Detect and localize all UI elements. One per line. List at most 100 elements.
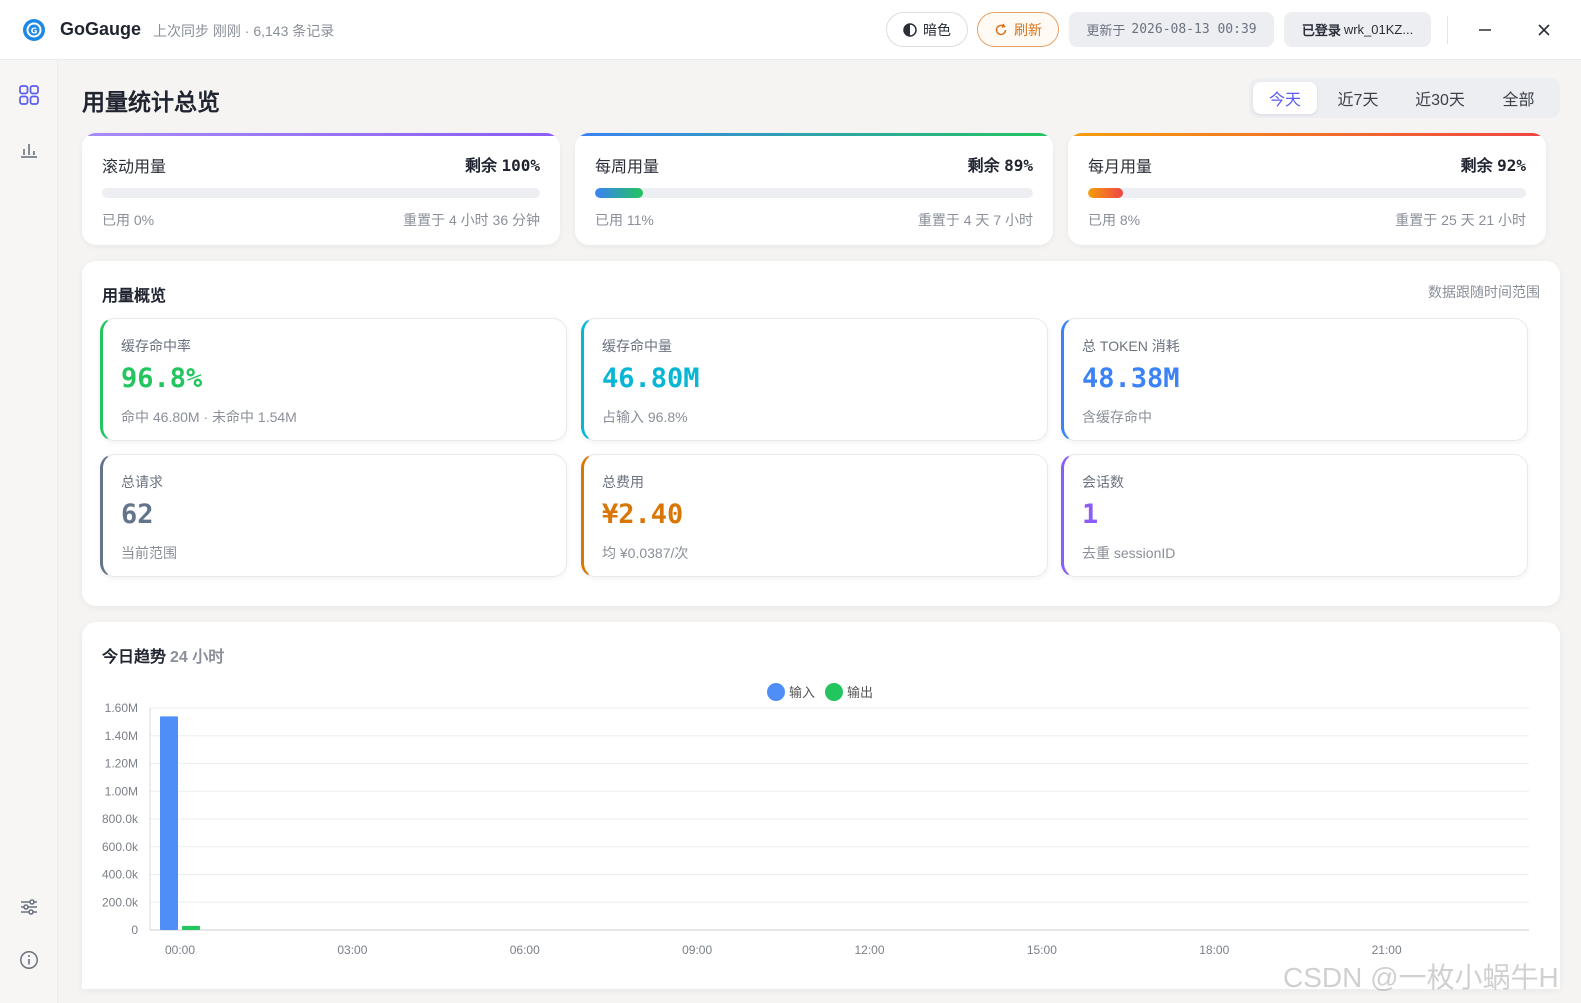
y-tick-label: 400.0k [102, 868, 139, 882]
tab-7-days[interactable]: 近7天 [1317, 82, 1399, 114]
y-tick-label: 0 [131, 923, 138, 937]
used-text: 已用 0% [102, 212, 155, 228]
x-tick-label: 03:00 [337, 943, 367, 957]
quota-card-rolling: 滚动用量 剩余 100% 已用 0% 重置于 4 小时 36 分钟 [82, 133, 560, 245]
remain-label: 剩余 [967, 158, 1000, 175]
tab-all[interactable]: 全部 [1481, 82, 1556, 114]
x-tick-label: 06:00 [510, 943, 540, 957]
stat-sub: 含缓存命中 [1082, 409, 1152, 425]
y-tick-label: 1.00M [105, 784, 138, 798]
sidebar-item-about[interactable] [17, 948, 41, 972]
close-button[interactable] [1530, 16, 1558, 44]
remain-value: 100% [501, 156, 540, 175]
progress-track [102, 188, 540, 198]
used-text: 已用 8% [1088, 212, 1141, 228]
refresh-label: 刷新 [1014, 21, 1042, 38]
login-label: 已登录 [1301, 23, 1341, 38]
y-tick-label: 1.20M [105, 757, 138, 771]
sidebar [0, 60, 58, 1003]
stat-label: 总请求 [121, 474, 163, 490]
stat-sub: 命中 46.80M · 未命中 1.54M [121, 409, 297, 425]
progress-track [1088, 188, 1526, 198]
refresh-button[interactable]: 刷新 [977, 12, 1059, 47]
title-bar: G GoGauge 上次同步 刚刚 · 6,143 条记录 暗色 刷新 更新于 … [0, 0, 1581, 60]
app-name: GoGauge [60, 19, 142, 39]
svg-text:G: G [31, 27, 38, 36]
theme-toggle-button[interactable]: 暗色 [886, 12, 968, 47]
info-icon [20, 951, 38, 969]
remain-value: 92% [1497, 156, 1526, 175]
stat-cache-hit-rate: 缓存命中率 96.8% 命中 46.80M · 未命中 1.54M [100, 318, 567, 441]
sidebar-item-settings[interactable] [17, 895, 41, 919]
stat-session-count: 会话数 1 去重 sessionID [1061, 454, 1528, 577]
grid-icon [19, 85, 39, 105]
remain-label: 剩余 [465, 158, 498, 175]
updated-label: 更新于 [1086, 23, 1126, 38]
x-tick-label: 18:00 [1199, 943, 1229, 957]
stat-label: 总费用 [602, 474, 644, 490]
y-tick-label: 200.0k [102, 895, 139, 909]
progress-fill [1088, 188, 1124, 198]
x-tick-label: 12:00 [854, 943, 884, 957]
reset-text: 重置于 25 天 21 小时 [1395, 212, 1526, 228]
updated-time: 2026-08-13 00:39 [1131, 22, 1257, 37]
overview-title: 用量概览 [102, 288, 167, 305]
quota-title: 滚动用量 [102, 159, 167, 176]
stat-sub: 去重 sessionID [1082, 545, 1176, 561]
quota-card-monthly: 每月用量 剩余 92% 已用 8% 重置于 25 天 21 小时 [1068, 133, 1546, 245]
sync-status: 上次同步 刚刚 · 6,143 条记录 [153, 23, 335, 39]
stat-label: 缓存命中率 [121, 338, 191, 354]
remain-label: 剩余 [1460, 158, 1493, 175]
accent-line [1068, 133, 1546, 136]
sliders-icon [21, 899, 37, 915]
tab-today[interactable]: 今天 [1253, 82, 1317, 114]
updated-time-chip: 更新于 2026-08-13 00:39 [1069, 12, 1274, 47]
user-chip[interactable]: 已登录 wrk_01KZ... [1284, 12, 1431, 47]
stat-value: 62 [121, 499, 154, 530]
toolbar-divider [1447, 16, 1448, 44]
reset-text: 重置于 4 小时 36 分钟 [403, 212, 540, 228]
x-tick-label: 21:00 [1372, 943, 1402, 957]
stat-cache-hit-amount: 缓存命中量 46.80M 占输入 96.8% [581, 318, 1048, 441]
range-tabs: 今天 近7天 近30天 全部 [1249, 78, 1560, 118]
progress-track [595, 188, 1033, 198]
stat-total-cost: 总费用 ¥2.40 均 ¥0.0387/次 [581, 454, 1048, 577]
user-id: wrk_01KZ... [1343, 22, 1414, 37]
app-logo-icon: G [23, 19, 45, 41]
stat-label: 缓存命中量 [602, 338, 672, 354]
x-tick-label: 09:00 [682, 943, 712, 957]
quota-title: 每月用量 [1088, 159, 1153, 176]
stat-label: 总 TOKEN 消耗 [1082, 338, 1180, 354]
quota-title: 每周用量 [595, 159, 660, 176]
minimize-button[interactable] [1471, 16, 1499, 44]
trend-panel: 今日趋势 24 小时 输入 输出 0 200.0k 400.0k 600.0k 800.0… [82, 622, 1560, 989]
stat-sub: 当前范围 [121, 545, 177, 561]
stat-value: 46.80M [602, 363, 700, 394]
progress-fill [595, 188, 644, 198]
reset-text: 重置于 4 天 7 小时 [917, 212, 1033, 228]
stat-sub: 占输入 96.8% [602, 409, 688, 425]
minimize-icon [1479, 29, 1491, 31]
y-tick-label: 1.60M [105, 701, 138, 715]
watermark: CSDN @一枚小蜗牛H [1283, 962, 1559, 993]
stat-label: 会话数 [1082, 474, 1124, 490]
stat-sub: 均 ¥0.0387/次 [602, 545, 689, 561]
half-moon-icon [903, 22, 917, 37]
x-tick-label: 00:00 [165, 943, 195, 957]
used-text: 已用 11% [595, 212, 654, 228]
accent-line [575, 133, 1053, 136]
usage-overview-panel: 用量概览 数据跟随时间范围 缓存命中率 96.8% 命中 46.80M · 未命… [82, 261, 1560, 606]
y-tick-label: 800.0k [102, 812, 139, 826]
sidebar-item-dashboard[interactable] [17, 83, 41, 107]
quota-card-weekly: 每周用量 剩余 89% 已用 11% 重置于 4 天 7 小时 [575, 133, 1053, 245]
theme-toggle-label: 暗色 [923, 21, 951, 38]
stat-value: 48.38M [1082, 363, 1180, 394]
trend-chart: 0 200.0k 400.0k 600.0k 800.0k 1.00M 1.20M 1.40M… [102, 701, 1529, 957]
overview-note: 数据跟随时间范围 [1428, 284, 1540, 300]
stat-value: ¥2.40 [602, 499, 684, 530]
x-tick-label: 15:00 [1027, 943, 1057, 957]
accent-line [82, 133, 560, 136]
tab-30-days[interactable]: 近30天 [1399, 82, 1481, 114]
sidebar-item-charts[interactable] [17, 137, 41, 161]
bar-input [160, 716, 178, 930]
